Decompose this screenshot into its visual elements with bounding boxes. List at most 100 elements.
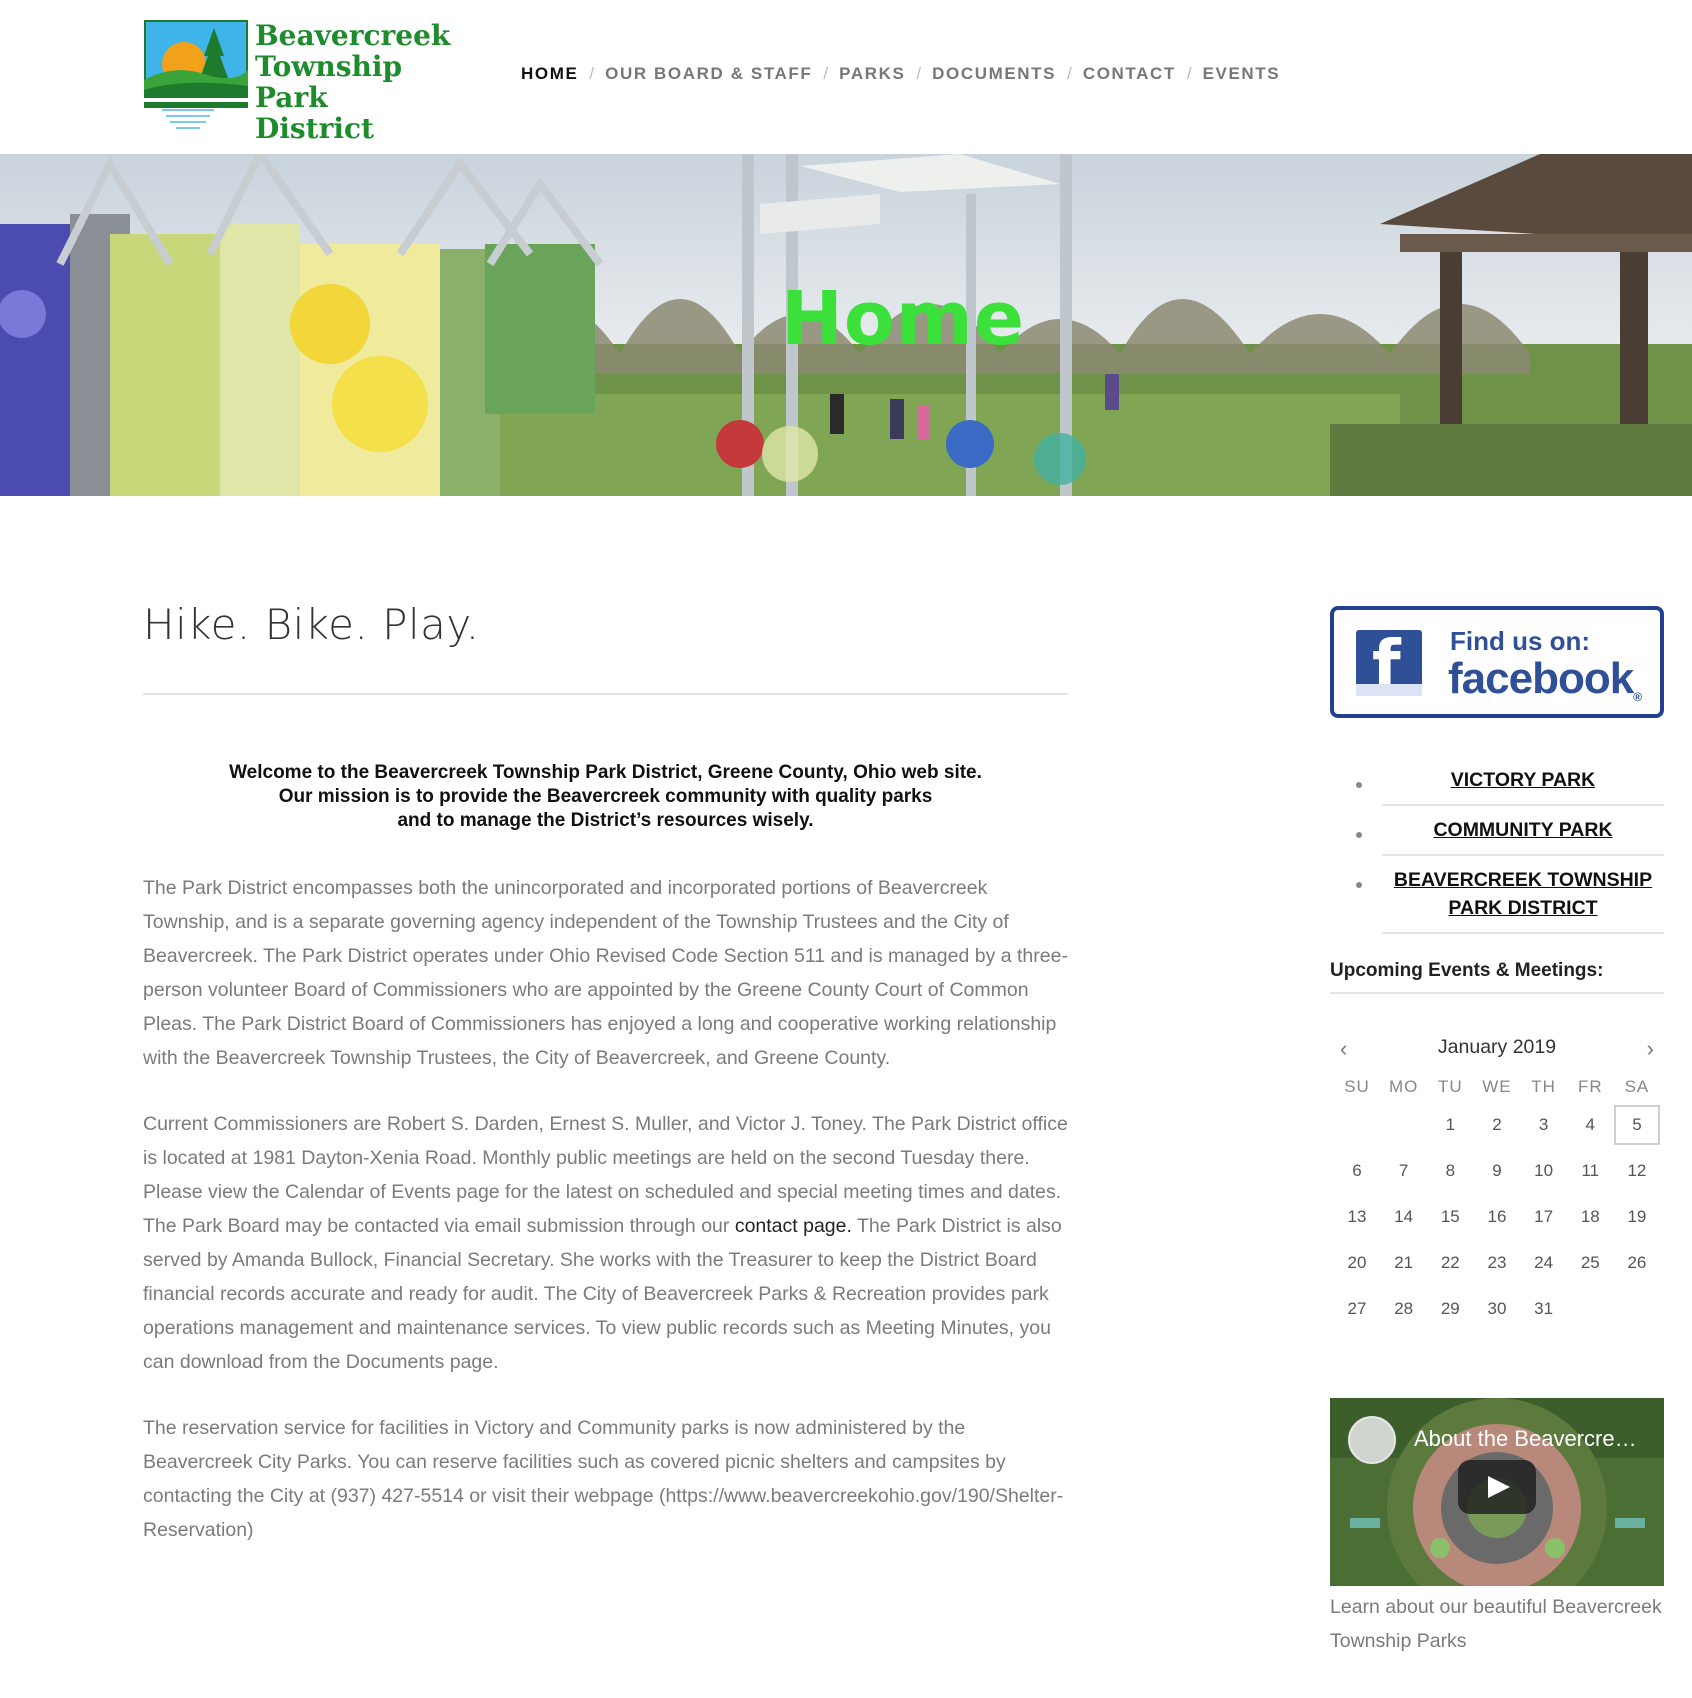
calendar-weekday: WE [1482,1077,1512,1096]
calendar-empty-cell [1614,1286,1660,1332]
welcome-line-2: Our mission is to provide the Beavercree… [278,786,933,807]
park-links-list: VICTORY PARK COMMUNITY PARK BEAVERCREEK … [1330,756,1664,934]
calendar-day[interactable]: 4 [1567,1102,1613,1148]
main-nav: HOME / OUR BOARD & STAFF / PARKS / DOCUM… [521,64,1280,84]
calendar-empty-cell [1567,1286,1613,1332]
welcome-line-3: and to manage the District’s resources w… [397,810,814,831]
calendar-day[interactable]: 20 [1334,1240,1380,1286]
welcome-statement: Welcome to the Beavercreek Township Park… [143,761,1068,833]
calendar-day[interactable]: 17 [1521,1194,1567,1240]
bullet-icon [1330,806,1382,856]
calendar-day[interactable]: 7 [1381,1148,1427,1194]
calendar-day[interactable]: 12 [1614,1148,1660,1194]
welcome-line-1: Welcome to the Beavercreek Township Park… [229,762,982,783]
reservation-paragraph: The reservation service for facilities i… [143,1417,1064,1541]
logo-line-1: Beavercreek [255,19,451,52]
sidebar: f Find us on: facebook® VICTORY PARK COM… [1330,606,1664,1658]
list-item: VICTORY PARK [1330,756,1664,806]
calendar-day[interactable]: 8 [1427,1148,1473,1194]
channel-avatar [1348,1416,1396,1464]
logo-line-2: Township [255,50,403,83]
calendar-day[interactable]: 18 [1567,1194,1613,1240]
bullet-icon [1330,856,1382,934]
nav-contact[interactable]: CONTACT [1083,64,1176,84]
nav-home[interactable]: HOME [521,64,578,84]
main-content: Hike. Bike. Play. Welcome to the Beaverc… [143,600,1068,1547]
heading-divider [143,693,1068,695]
calendar-day[interactable]: 19 [1614,1194,1660,1240]
calendar-grid: SU MO TU WE TH FR SA 1 2 3 4 5 6 7 8 9 10 11 12 13 14 15 16 17 1… [1330,1072,1664,1332]
calendar-weekday: MO [1388,1077,1419,1096]
video-title[interactable]: About the Beavercre… [1414,1426,1637,1452]
calendar-day[interactable]: 22 [1427,1240,1473,1286]
calendar-day[interactable]: 13 [1334,1194,1380,1240]
calendar-weekday: SU [1344,1077,1370,1096]
commissioners-paragraph: Current Commissioners are Robert S. Dard… [143,1107,1068,1379]
calendar-weekday: SA [1624,1077,1650,1096]
logo-water-lines-icon [162,109,214,129]
nav-events[interactable]: EVENTS [1203,64,1281,84]
events-heading: Upcoming Events & Meetings: [1330,960,1664,994]
calendar-day[interactable]: 15 [1427,1194,1473,1240]
calendar-day[interactable]: 23 [1474,1240,1520,1286]
calendar-empty-cell [1381,1102,1427,1148]
community-park-link[interactable]: COMMUNITY PARK [1382,806,1664,856]
facebook-icon: f [1356,630,1422,696]
site-header: Beavercreek Township Park District HOME … [0,0,1692,154]
calendar-day[interactable]: 10 [1521,1148,1567,1194]
site-logo[interactable]: Beavercreek Township Park District [144,18,450,144]
nav-documents[interactable]: DOCUMENTS [932,64,1056,84]
calendar-day[interactable]: 24 [1521,1240,1567,1286]
video-caption: Learn about our beautiful Beavercreek To… [1330,1596,1662,1652]
intro-paragraph: The Park District encompasses both the u… [143,877,1068,1069]
calendar-day[interactable]: 29 [1427,1286,1473,1332]
calendar-day[interactable]: 31 [1521,1286,1567,1332]
calendar-day[interactable]: 16 [1474,1194,1520,1240]
commissioners-text-after: The Park District is also served by Aman… [143,1215,1062,1373]
nav-separator: / [1186,64,1192,83]
victory-park-link[interactable]: VICTORY PARK [1382,756,1664,806]
calendar-day[interactable]: 14 [1381,1194,1427,1240]
calendar-day[interactable]: 1 [1427,1102,1473,1148]
play-icon[interactable] [1458,1460,1536,1514]
calendar-day[interactable]: 30 [1474,1286,1520,1332]
nav-separator: / [589,64,595,83]
chevron-left-icon[interactable]: ‹ [1340,1036,1347,1062]
nav-separator: / [823,64,829,83]
facebook-badge[interactable]: f Find us on: facebook® [1330,606,1664,718]
nav-separator: / [1067,64,1072,83]
video-embed[interactable]: About the Beavercre… [1330,1398,1664,1586]
calendar-weekday: TH [1531,1077,1556,1096]
calendar-day[interactable]: 26 [1614,1240,1660,1286]
park-district-link[interactable]: BEAVERCREEK TOWNSHIP PARK DISTRICT [1382,856,1664,934]
calendar-day[interactable]: 27 [1334,1286,1380,1332]
facebook-wordmark: facebook® [1448,654,1642,704]
calendar-day[interactable]: 25 [1567,1240,1613,1286]
calendar-day[interactable]: 3 [1521,1102,1567,1148]
calendar-day[interactable]: 5 [1613,1105,1660,1145]
list-item: BEAVERCREEK TOWNSHIP PARK DISTRICT [1330,856,1664,934]
chevron-right-icon[interactable]: › [1647,1036,1654,1062]
calendar-day[interactable]: 9 [1474,1148,1520,1194]
calendar-day[interactable]: 11 [1567,1148,1613,1194]
calendar-weekday: FR [1577,1077,1603,1096]
bullet-icon [1330,756,1382,806]
events-calendar: ‹ January 2019 › SU MO TU WE TH FR SA 1 2 3 4 5 6 7 8 9… [1330,1036,1664,1332]
calendar-day[interactable]: 6 [1334,1148,1380,1194]
calendar-day[interactable]: 2 [1474,1102,1520,1148]
calendar-header: ‹ January 2019 › [1330,1036,1664,1062]
logo-text: Beavercreek Township Park District [255,20,450,144]
page-heading: Hike. Bike. Play. [143,600,480,649]
logo-line-3: Park District [255,81,374,145]
list-item: COMMUNITY PARK [1330,806,1664,856]
logo-emblem-icon [144,20,248,108]
calendar-month: January 2019 [1437,1036,1557,1058]
calendar-day[interactable]: 21 [1381,1240,1427,1286]
contact-page-link[interactable]: contact page. [735,1215,852,1237]
calendar-weekday: TU [1437,1077,1463,1096]
calendar-day[interactable]: 28 [1381,1286,1427,1332]
nav-separator: / [916,64,922,83]
nav-our-board-staff[interactable]: OUR BOARD & STAFF [605,64,812,84]
facebook-word: facebook [1448,654,1634,703]
nav-parks[interactable]: PARKS [839,64,905,84]
